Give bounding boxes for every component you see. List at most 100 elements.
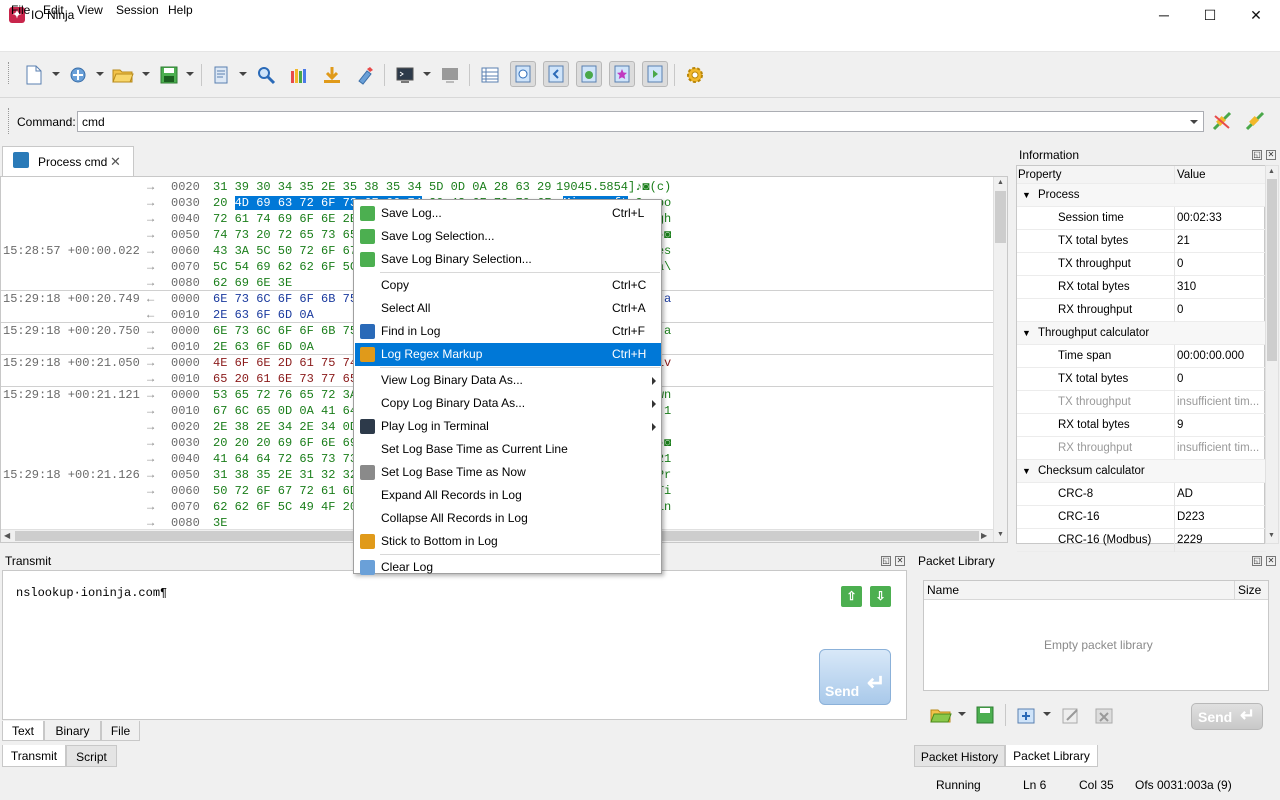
scroll-up-icon[interactable]: ▲ [997,179,1004,186]
packet-send-button[interactable]: Send ↵ [1191,703,1263,730]
save-icon[interactable] [156,62,182,88]
tab-packet-library[interactable]: Packet Library [1005,745,1098,767]
expand-triangle-icon[interactable]: ▼ [1022,184,1031,207]
grid-category[interactable]: ▼ Process [1017,184,1266,207]
history-down-icon[interactable]: ⇩ [870,586,891,607]
scroll-thumb[interactable] [1267,179,1277,361]
grid-category[interactable]: ▼ Throughput calculator [1017,322,1266,345]
float-pane-icon[interactable]: ◱ [1252,556,1262,566]
grid-row[interactable]: TX total bytes 0 [1017,368,1266,391]
script-pane-icon[interactable] [642,61,668,87]
edit-packet-icon[interactable] [1058,702,1084,728]
grid-row[interactable]: TX throughput 0 [1017,253,1266,276]
clear-log-icon[interactable] [352,62,378,88]
info-scrollbar[interactable]: ▲ ▼ [1265,165,1279,544]
terminal-icon[interactable] [392,62,418,88]
terminal-disabled-icon[interactable] [437,62,463,88]
new-session-icon[interactable] [21,62,47,88]
grid-row[interactable]: RX throughput 0 [1017,299,1266,322]
close-pane-icon[interactable]: ✕ [895,556,905,566]
tab-text[interactable]: Text [2,721,44,741]
scroll-thumb[interactable] [995,191,1006,243]
tab-packet-history[interactable]: Packet History [914,745,1005,767]
grid-row[interactable]: Session time 00:02:33 [1017,207,1266,230]
menu-view[interactable]: View [77,3,103,17]
menu-item-collapse-all-records-in-log[interactable]: Collapse All Records in Log [355,507,661,530]
connect-icon[interactable] [1242,108,1268,134]
tab-transmit[interactable]: Transmit [2,745,66,767]
open-dropdown-icon[interactable] [142,72,150,76]
save-icon[interactable] [972,702,998,728]
favorites-pane-icon[interactable] [609,61,635,87]
menu-item-copy[interactable]: Copy Ctrl+C [355,274,661,297]
delete-packet-icon[interactable] [1091,702,1117,728]
grid-row[interactable]: CRC-16 (Modbus) 2229 [1017,529,1266,552]
table-view-icon[interactable] [477,62,503,88]
packet-library-table[interactable]: Name Size Empty packet library [923,580,1269,691]
menu-item-copy-log-binary-data-as[interactable]: Copy Log Binary Data As... [355,392,661,415]
grid-row[interactable]: RX total bytes 9 [1017,414,1266,437]
grid-row[interactable]: TX total bytes 21 [1017,230,1266,253]
menu-item-find-in-log[interactable]: Find in Log Ctrl+F [355,320,661,343]
menu-item-view-log-binary-data-as[interactable]: View Log Binary Data As... [355,369,661,392]
menu-item-select-all[interactable]: Select All Ctrl+A [355,297,661,320]
menu-item-save-log-selection[interactable]: Save Log Selection... [355,225,661,248]
scroll-left-icon[interactable]: ◀ [4,531,10,540]
col-name[interactable]: Name [927,583,959,597]
col-size[interactable]: Size [1238,583,1261,597]
new-connection-icon[interactable] [66,62,92,88]
add-packet-dropdown-icon[interactable] [1043,712,1051,716]
log-vertical-scrollbar[interactable]: ▲ ▼ [993,177,1007,542]
menu-help[interactable]: Help [168,3,193,17]
menu-item-save-log[interactable]: Save Log... Ctrl+L [355,202,661,225]
grid-category[interactable]: ▼ Checksum calculator [1017,460,1266,483]
float-pane-icon[interactable]: ◱ [881,556,891,566]
settings-gear-icon[interactable] [682,62,708,88]
tab-binary[interactable]: Binary [44,721,101,741]
disconnect-icon[interactable] [1209,108,1235,134]
info-pane-icon[interactable] [510,61,536,87]
close-pane-icon[interactable]: ✕ [1266,150,1276,160]
menu-item-log-regex-markup[interactable]: Log Regex Markup Ctrl+H [355,343,661,366]
menu-item-clear-log[interactable]: Clear Log [355,556,661,579]
tab-close-icon[interactable]: ✕ [110,154,121,170]
checksum-pane-icon[interactable] [576,61,602,87]
log-files-dropdown-icon[interactable] [239,72,247,76]
download-icon[interactable] [319,62,345,88]
open-folder-icon[interactable] [928,702,954,728]
tab-script[interactable]: Script [66,745,117,767]
send-button[interactable]: Send ↵ [819,649,891,705]
menu-edit[interactable]: Edit [43,3,64,17]
command-input[interactable]: cmd [77,111,1187,132]
close-button[interactable]: ✕ [1233,0,1279,30]
menu-item-set-log-base-time-as-current-line[interactable]: Set Log Base Time as Current Line [355,438,661,461]
command-dropdown-button[interactable] [1185,111,1204,132]
add-packet-icon[interactable] [1013,702,1039,728]
scroll-down-icon[interactable]: ▼ [997,531,1004,538]
maximize-button[interactable]: ☐ [1187,0,1233,30]
transmit-text[interactable]: nslookup·ioninja.com¶ [16,586,167,600]
open-dropdown-icon[interactable] [958,712,966,716]
log-files-icon[interactable] [209,62,235,88]
back-pane-icon[interactable] [543,61,569,87]
grid-row[interactable]: RX throughput insufficient tim... [1017,437,1266,460]
grid-row[interactable]: RX total bytes 310 [1017,276,1266,299]
minimize-button[interactable]: ─ [1141,0,1187,30]
open-folder-icon[interactable] [110,62,136,88]
menu-item-expand-all-records-in-log[interactable]: Expand All Records in Log [355,484,661,507]
tab-file[interactable]: File [101,721,140,741]
regex-markup-icon[interactable] [286,62,312,88]
save-dropdown-icon[interactable] [186,72,194,76]
grid-row[interactable]: Time span 00:00:00.000 [1017,345,1266,368]
history-up-icon[interactable]: ⇧ [841,586,862,607]
close-pane-icon[interactable]: ✕ [1266,556,1276,566]
expand-triangle-icon[interactable]: ▼ [1022,322,1031,345]
information-grid[interactable]: Property Value ▼ Process Session time 00:02… [1016,165,1266,552]
log-line[interactable]: → 0020 31 39 30 34 35 2E 35 38 35 34 5D 0D… [1,179,994,195]
float-pane-icon[interactable]: ◱ [1252,150,1262,160]
grid-row[interactable]: CRC-8 AD [1017,483,1266,506]
menu-session[interactable]: Session [116,3,159,17]
menu-item-set-log-base-time-as-now[interactable]: Set Log Base Time as Now [355,461,661,484]
menu-item-play-log-in-terminal[interactable]: Play Log in Terminal [355,415,661,438]
grid-row[interactable]: CRC-16 D223 [1017,506,1266,529]
